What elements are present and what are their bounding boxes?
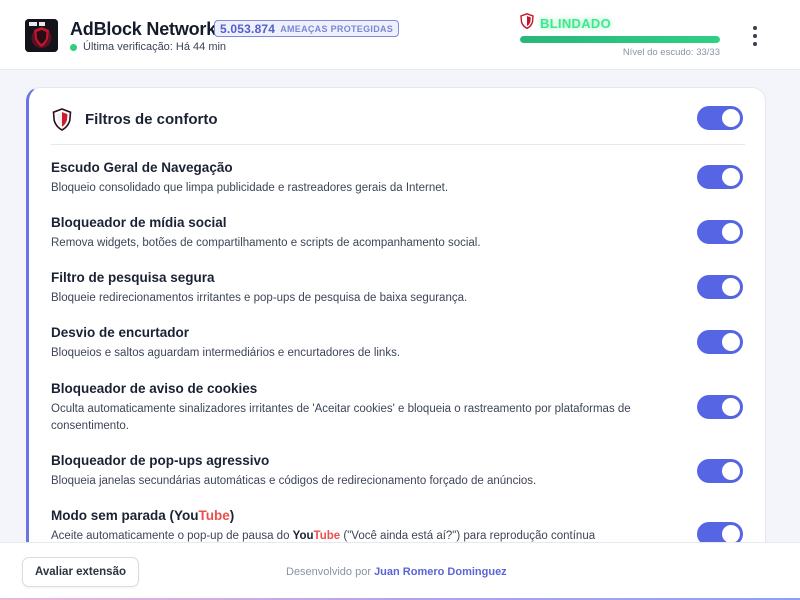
filter-description: Remova widgets, botões de compartilhamen… [51, 237, 481, 249]
toggle-knob [722, 398, 740, 416]
credit-prefix: Desenvolvido por [286, 566, 375, 578]
filter-title: Desvio de encurtador [51, 325, 190, 340]
filter-toggle-general-shield[interactable] [697, 165, 743, 189]
shield-small-icon [520, 13, 534, 34]
filter-title-suffix: ) [229, 508, 235, 523]
youtube-tube: Tube [313, 530, 341, 542]
comfort-filters-card: Filtros de conforto Escudo Geral de Nave… [26, 87, 766, 557]
shield-icon [52, 108, 72, 136]
kebab-dot-icon [753, 26, 757, 30]
filter-toggle-shortener-bypass[interactable] [697, 330, 743, 354]
master-filter-toggle[interactable] [697, 106, 743, 130]
filter-title: Bloqueador de mídia social [51, 215, 227, 230]
shield-progress-bar [520, 36, 720, 43]
credit-author-link[interactable]: Juan Romero Dominguez [374, 566, 507, 578]
app-footer: Avaliar extensão Desenvolvido por Juan R… [0, 542, 800, 600]
toggle-knob [722, 168, 740, 186]
rate-extension-button[interactable]: Avaliar extensão [22, 557, 139, 587]
filter-toggle-cookie-notice[interactable] [697, 395, 743, 419]
online-status-dot-icon [70, 43, 77, 51]
shield-status-label: BLINDADO [540, 16, 612, 31]
filter-title: Bloqueador de pop-ups agressivo [51, 453, 270, 468]
app-header: AdBlock Network 5.053.874 AMEAÇAS PROTEG… [0, 0, 800, 70]
filter-description: Bloqueie redirecionamentos irritantes e … [51, 292, 468, 304]
app-title: AdBlock Network [70, 19, 217, 39]
shield-level-text: Nível do escudo: 33/33 [622, 47, 720, 58]
youtube-tube: Tube [198, 508, 230, 523]
threat-counter-badge: 5.053.874 AMEAÇAS PROTEGIDAS [214, 20, 400, 37]
app-logo [25, 19, 58, 52]
card-header: Filtros de conforto [29, 88, 765, 148]
last-check-status: Última verificação: Há 44 min [70, 41, 226, 53]
toggle-knob [722, 278, 740, 296]
developer-credit: Desenvolvido por Juan Romero Dominguez [286, 566, 507, 578]
more-options-menu-button[interactable] [745, 24, 765, 48]
toggle-knob [722, 525, 740, 543]
youtube-you: You [292, 530, 314, 542]
filter-title: Escudo Geral de Navegação [51, 160, 233, 175]
threat-count: 5.053.874 [220, 21, 276, 36]
filter-title: Modo sem parada (YouTube) [51, 508, 234, 523]
desc-suffix: ("Você ainda está aí?") para reprodução … [340, 530, 596, 542]
filter-toggle-aggressive-popups[interactable] [697, 459, 743, 483]
toggle-knob [722, 109, 740, 127]
kebab-dot-icon [753, 34, 757, 38]
toggle-knob [722, 223, 740, 241]
youtube-you: You [174, 508, 199, 523]
shield-status: BLINDADO [520, 13, 611, 34]
filter-title: Filtro de pesquisa segura [51, 270, 215, 285]
desc-prefix: Aceite automaticamente o pop-up de pausa… [51, 530, 293, 542]
last-check-text: Última verificação: Há 44 min [83, 41, 227, 53]
filter-description: Bloqueio consolidado que limpa publicida… [51, 182, 449, 194]
kebab-dot-icon [753, 42, 757, 46]
filter-description: Bloqueia janelas secundárias automáticas… [51, 475, 537, 487]
filter-toggle-safe-search[interactable] [697, 275, 743, 299]
toggle-knob [722, 462, 740, 480]
filter-toggle-social-media[interactable] [697, 220, 743, 244]
shield-progress-fill [520, 36, 720, 43]
header-divider [51, 144, 745, 145]
filter-description: Bloqueios e saltos aguardam intermediári… [51, 347, 401, 359]
filter-description: Oculta automaticamente sinalizadores irr… [51, 403, 631, 432]
card-title: Filtros de conforto [85, 111, 218, 128]
threat-label: AMEAÇAS PROTEGIDAS [280, 23, 394, 34]
toggle-knob [722, 333, 740, 351]
filter-title-prefix: Modo sem parada ( [51, 508, 175, 523]
filter-title: Bloqueador de aviso de cookies [51, 381, 258, 396]
